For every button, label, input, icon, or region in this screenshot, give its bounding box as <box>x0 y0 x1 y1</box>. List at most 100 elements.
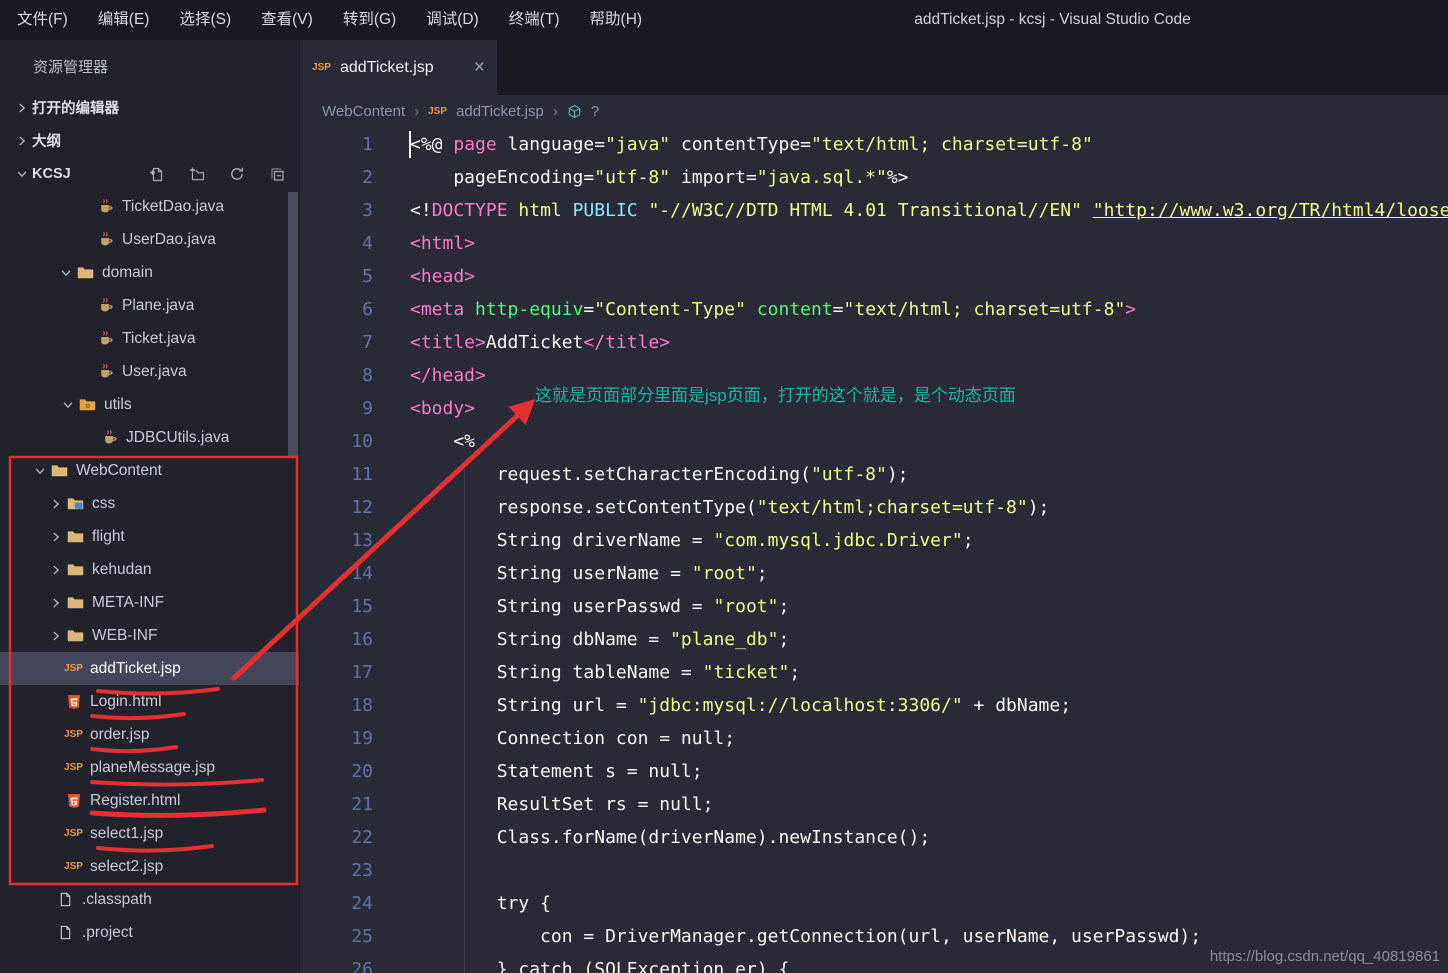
code-line[interactable]: 20 Statement s = null; <box>300 755 1448 788</box>
tree-item--classpath[interactable]: .classpath <box>0 883 299 916</box>
symbol-cube-icon <box>567 103 582 120</box>
new-file-icon[interactable] <box>149 166 165 182</box>
line-number: 25 <box>300 920 373 953</box>
menu-view[interactable]: 查看(V) <box>246 0 328 40</box>
tree-item-css[interactable]: css <box>0 487 299 520</box>
section-outline[interactable]: 大纲 <box>0 124 299 157</box>
code-area[interactable]: 1<%@ page language="java" contentType="t… <box>300 128 1448 973</box>
folder-icon <box>66 528 85 545</box>
code-line[interactable]: 18 String url = "jdbc:mysql://localhost:… <box>300 689 1448 722</box>
tree-item-label: planeMessage.jsp <box>90 759 215 777</box>
line-number: 23 <box>300 854 373 887</box>
code-line[interactable]: 16 String dbName = "plane_db"; <box>300 623 1448 656</box>
code-line[interactable]: 10 <% <box>300 425 1448 458</box>
tree-item-label: utils <box>104 396 132 414</box>
jsp-file-icon: JSP <box>64 858 83 875</box>
sidebar-scrollbar[interactable] <box>288 192 298 456</box>
tree-item-label: User.java <box>122 363 187 381</box>
line-number: 19 <box>300 722 373 755</box>
code-line[interactable]: 12 response.setContentType("text/html;ch… <box>300 491 1448 524</box>
tree-item--project[interactable]: .project <box>0 916 299 949</box>
menu-file[interactable]: 文件(F) <box>2 0 83 40</box>
code-line[interactable]: 11 request.setCharacterEncoding("utf-8")… <box>300 458 1448 491</box>
menu-select[interactable]: 选择(S) <box>164 0 246 40</box>
line-number: 21 <box>300 788 373 821</box>
code-line[interactable]: 19 Connection con = null; <box>300 722 1448 755</box>
close-icon[interactable]: × <box>474 58 485 77</box>
tree-item-domain[interactable]: domain <box>0 256 299 289</box>
breadcrumb-webcontent[interactable]: WebContent <box>322 103 405 120</box>
code-line-text: <html> <box>373 227 475 260</box>
code-line[interactable]: 7<title>AddTicket</title> <box>300 326 1448 359</box>
folder-icon <box>66 627 85 644</box>
tree-item-order-jsp[interactable]: JSPorder.jsp <box>0 718 299 751</box>
line-number: 24 <box>300 887 373 920</box>
tree-item-kehudan[interactable]: kehudan <box>0 553 299 586</box>
folder-icon <box>76 264 95 281</box>
section-open-editors[interactable]: 打开的编辑器 <box>0 91 299 124</box>
code-line[interactable]: 13 String driverName = "com.mysql.jdbc.D… <box>300 524 1448 557</box>
code-line-text: con = DriverManager.getConnection(url, u… <box>373 920 1201 953</box>
code-line-text: try { <box>373 887 551 920</box>
line-number: 7 <box>300 326 373 359</box>
folder-icon <box>66 594 85 611</box>
code-line[interactable]: 3<!DOCTYPE html PUBLIC "-//W3C//DTD HTML… <box>300 194 1448 227</box>
line-number: 17 <box>300 656 373 689</box>
tree-item-label: Login.html <box>90 693 162 711</box>
annotation-note: 这就是页面部分里面是jsp页面，打开的这个就是，是个动态页面 <box>535 381 1016 406</box>
code-line[interactable]: 4<html> <box>300 227 1448 260</box>
tree-item-Register-html[interactable]: Register.html <box>0 784 299 817</box>
tree-item-WebContent[interactable]: WebContent <box>0 454 299 487</box>
tree-item-Plane-java[interactable]: Plane.java <box>0 289 299 322</box>
tree-item-Ticket-java[interactable]: Ticket.java <box>0 322 299 355</box>
tree-item-label: Ticket.java <box>122 330 196 348</box>
collapse-folders-icon[interactable] <box>269 166 285 182</box>
code-line[interactable]: 23 <box>300 854 1448 887</box>
code-line[interactable]: 1<%@ page language="java" contentType="t… <box>300 128 1448 161</box>
tree-item-select1-jsp[interactable]: JSPselect1.jsp <box>0 817 299 850</box>
menu-help[interactable]: 帮助(H) <box>575 0 658 40</box>
tree-item-utils[interactable]: utils <box>0 388 299 421</box>
tree-item-flight[interactable]: flight <box>0 520 299 553</box>
section-project-kcsj[interactable]: KCSJ <box>0 157 299 190</box>
code-line[interactable]: 2 pageEncoding="utf-8" import="java.sql.… <box>300 161 1448 194</box>
tree-item-User-java[interactable]: User.java <box>0 355 299 388</box>
line-number: 1 <box>300 128 373 161</box>
menu-terminal[interactable]: 终端(T) <box>494 0 575 40</box>
line-number: 20 <box>300 755 373 788</box>
code-line[interactable]: 5<head> <box>300 260 1448 293</box>
tree-item-UserDao-java[interactable]: UserDao.java <box>0 223 299 256</box>
tab-addticket-jsp[interactable]: JSP addTicket.jsp × <box>300 40 497 95</box>
tree-item-JDBCUtils-java[interactable]: JDBCUtils.java <box>0 421 299 454</box>
tree-item-WEB-INF[interactable]: WEB-INF <box>0 619 299 652</box>
refresh-explorer-icon[interactable] <box>229 166 245 182</box>
java-icon <box>100 429 119 446</box>
watermark: https://blog.csdn.net/qq_40819861 <box>1210 948 1440 965</box>
tree-item-select2-jsp[interactable]: JSPselect2.jsp <box>0 850 299 883</box>
tree-item-addTicket-jsp[interactable]: JSPaddTicket.jsp <box>0 652 299 685</box>
tree-item-Login-html[interactable]: Login.html <box>0 685 299 718</box>
code-line[interactable]: 17 String tableName = "ticket"; <box>300 656 1448 689</box>
tree-item-label: WEB-INF <box>92 627 157 645</box>
new-folder-icon[interactable] <box>189 166 205 182</box>
code-line[interactable]: 22 Class.forName(driverName).newInstance… <box>300 821 1448 854</box>
breadcrumb-file[interactable]: addTicket.jsp <box>456 103 544 120</box>
menu-debug[interactable]: 调试(D) <box>411 0 494 40</box>
tree-item-planeMessage-jsp[interactable]: JSPplaneMessage.jsp <box>0 751 299 784</box>
code-line-text: response.setContentType("text/html;chars… <box>373 491 1049 524</box>
code-line-text: String url = "jdbc:mysql://localhost:330… <box>373 689 1071 722</box>
menu-goto[interactable]: 转到(G) <box>328 0 411 40</box>
code-line[interactable]: 24 try { <box>300 887 1448 920</box>
jsp-file-icon: JSP <box>312 59 331 76</box>
tree-item-label: kehudan <box>92 561 151 579</box>
code-line[interactable]: 14 String userName = "root"; <box>300 557 1448 590</box>
code-line-text: <head> <box>373 260 475 293</box>
file-icon <box>56 924 75 941</box>
menu-edit[interactable]: 编辑(E) <box>83 0 165 40</box>
tree-item-TicketDao-java[interactable]: TicketDao.java <box>0 190 299 223</box>
code-line[interactable]: 21 ResultSet rs = null; <box>300 788 1448 821</box>
code-line[interactable]: 6<meta http-equiv="Content-Type" content… <box>300 293 1448 326</box>
code-line[interactable]: 15 String userPasswd = "root"; <box>300 590 1448 623</box>
code-line-text: Statement s = null; <box>373 755 703 788</box>
tree-item-META-INF[interactable]: META-INF <box>0 586 299 619</box>
